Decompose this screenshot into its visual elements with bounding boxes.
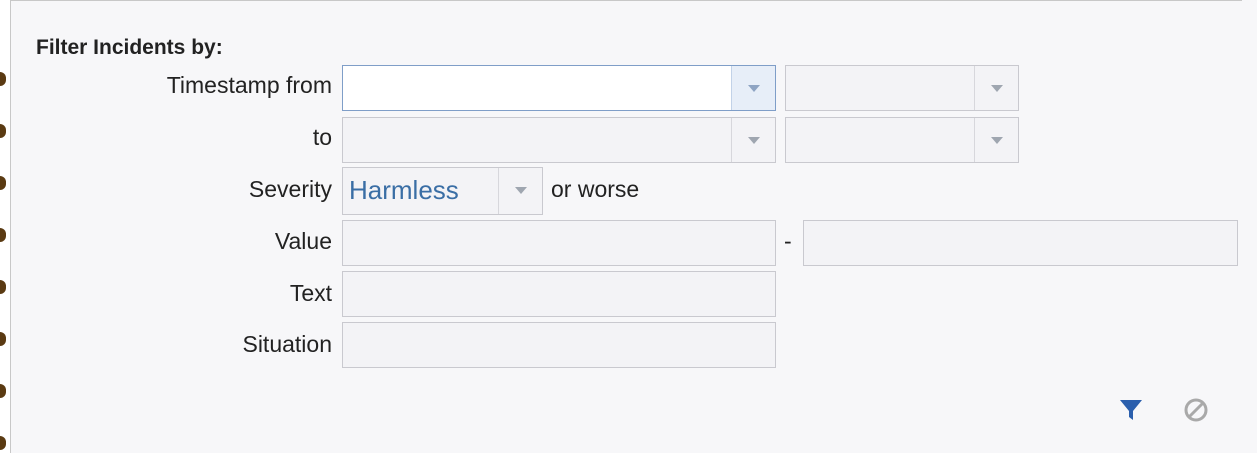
left-edge-marker — [0, 176, 6, 190]
value-from-input[interactable] — [342, 220, 776, 266]
panel-top-border — [10, 0, 1242, 7]
severity-suffix: or worse — [551, 176, 640, 202]
value-to-input[interactable] — [803, 220, 1238, 266]
left-edge-marker — [0, 280, 6, 294]
situation-label: Situation — [242, 331, 332, 357]
left-edge-strip — [0, 0, 11, 453]
chevron-down-icon[interactable] — [498, 168, 542, 214]
left-edge-marker — [0, 228, 6, 242]
value-label: Value — [274, 228, 332, 254]
filter-panel-title: Filter Incidents by: — [36, 36, 223, 59]
no-entry-icon[interactable] — [1183, 397, 1209, 423]
value-range-separator: - — [784, 228, 792, 254]
chevron-down-icon[interactable] — [974, 66, 1018, 110]
situation-input[interactable] — [342, 322, 776, 368]
timestamp-from-time-combo[interactable] — [785, 65, 1019, 111]
severity-select[interactable]: Harmless — [342, 167, 543, 215]
left-edge-marker — [0, 72, 6, 86]
left-edge-marker — [0, 332, 6, 346]
timestamp-from-date-combo[interactable] — [342, 65, 776, 111]
timestamp-from-label: Timestamp from — [166, 72, 332, 98]
timestamp-to-label: to — [312, 124, 332, 150]
left-edge-marker — [0, 384, 6, 398]
left-edge-marker — [0, 436, 6, 450]
left-edge-marker — [0, 124, 6, 138]
timestamp-to-date-combo[interactable] — [342, 117, 776, 163]
filter-icon[interactable] — [1118, 397, 1144, 423]
text-input[interactable] — [342, 271, 776, 317]
severity-label: Severity — [248, 176, 332, 202]
timestamp-to-time-combo[interactable] — [785, 117, 1019, 163]
text-label: Text — [289, 280, 332, 306]
chevron-down-icon[interactable] — [974, 118, 1018, 162]
chevron-down-icon[interactable] — [731, 118, 775, 162]
chevron-down-icon[interactable] — [731, 66, 775, 110]
severity-selected-value: Harmless — [349, 175, 459, 205]
